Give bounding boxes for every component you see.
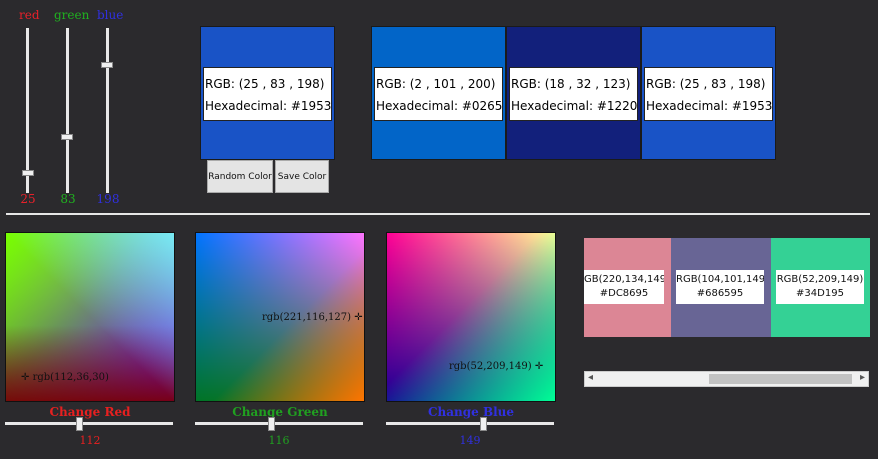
red-slider-thumb[interactable] xyxy=(22,170,34,176)
blue-label: blue xyxy=(97,8,124,22)
palette-rgb-text: RGB(52,209,149) xyxy=(776,274,864,285)
section-divider xyxy=(6,213,870,215)
palette-info: GB(220,134,149) #DC8695 xyxy=(584,270,664,304)
change-blue-value: 149 xyxy=(459,434,481,447)
saved-rgb-text: RGB: (2 , 101 , 200) xyxy=(376,77,496,91)
current-color-swatch: RGB: (25 , 83 , 198) Hexadecimal: #1953C… xyxy=(200,26,335,160)
saved-color-info: RGB: (2 , 101 , 200) Hexadecimal: #0265C… xyxy=(374,67,503,121)
green-slider-track[interactable] xyxy=(66,28,69,193)
palette-rgb-text: GB(220,134,149) xyxy=(584,274,664,285)
green-picker-readout: rgb(221,116,127) ✛ xyxy=(262,312,363,323)
scroll-left-icon[interactable]: ◂ xyxy=(588,372,593,383)
palette-swatch[interactable]: GB(220,134,149) #DC8695 xyxy=(584,238,671,337)
save-color-button[interactable]: Save Color xyxy=(275,160,329,193)
saved-color-swatch[interactable]: RGB: (2 , 101 , 200) Hexadecimal: #0265C… xyxy=(371,26,506,160)
change-blue-slider-track[interactable] xyxy=(386,422,554,425)
crosshair-icon: ✛ xyxy=(21,372,30,383)
change-green-value: 116 xyxy=(268,434,290,447)
blue-value: 198 xyxy=(96,192,120,206)
green-slider-thumb[interactable] xyxy=(61,134,73,140)
saved-color-swatch[interactable]: RGB: (25 , 83 , 198) Hexadecimal: #1953C… xyxy=(641,26,776,160)
crosshair-icon: ✛ xyxy=(534,361,544,372)
random-color-button[interactable]: Random Color xyxy=(207,160,273,193)
current-color-info: RGB: (25 , 83 , 198) Hexadecimal: #1953C… xyxy=(203,67,332,121)
change-red-slider-track[interactable] xyxy=(5,422,173,425)
change-green-slider-thumb[interactable] xyxy=(268,417,275,431)
saved-rgb-text: RGB: (25 , 83 , 198) xyxy=(646,77,766,91)
red-value: 25 xyxy=(20,192,36,206)
green-gradient-picker[interactable]: rgb(221,116,127) ✛ xyxy=(195,232,365,402)
green-picker-readout-text: rgb(221,116,127) xyxy=(262,312,352,323)
palette-rgb-text: RGB(104,101,149) xyxy=(676,274,764,285)
saved-hex-text: Hexadecimal: #0265C8 xyxy=(376,99,503,113)
red-gradient-picker[interactable]: ✛ rgb(112,36,30) xyxy=(5,232,175,402)
palette-scrollbar[interactable]: ◂ ▸ xyxy=(584,371,869,387)
palette-hex-text: #DC8695 xyxy=(599,288,649,299)
palette-swatch[interactable]: RGB(104,101,149) #686595 xyxy=(671,238,771,337)
scroll-right-icon[interactable]: ▸ xyxy=(860,372,865,383)
palette-swatch[interactable]: RGB(52,209,149) #34D195 xyxy=(771,238,870,337)
red-picker-readout-text: rgb(112,36,30) xyxy=(32,372,109,383)
change-green-slider-track[interactable] xyxy=(195,422,363,425)
blue-slider-thumb[interactable] xyxy=(101,62,113,68)
saved-hex-text: Hexadecimal: #12207B xyxy=(511,99,638,113)
palette-info: RGB(52,209,149) #34D195 xyxy=(776,270,864,304)
scrollbar-thumb[interactable] xyxy=(709,374,852,384)
blue-picker-readout: rgb(52,209,149) ✛ xyxy=(449,361,543,372)
change-blue-slider-thumb[interactable] xyxy=(480,417,487,431)
palette-hex-text: #34D195 xyxy=(796,288,844,299)
blue-gradient-picker[interactable]: rgb(52,209,149) ✛ xyxy=(386,232,556,402)
red-label: red xyxy=(19,8,40,22)
change-red-value: 112 xyxy=(79,434,101,447)
green-label: green xyxy=(54,8,90,22)
green-value: 83 xyxy=(60,192,76,206)
current-hex-text: Hexadecimal: #1953C6 xyxy=(205,99,332,113)
saved-color-info: RGB: (18 , 32 , 123) Hexadecimal: #12207… xyxy=(509,67,638,121)
blue-slider-track[interactable] xyxy=(106,28,109,193)
palette-hex-text: #686595 xyxy=(696,288,744,299)
red-picker-readout: ✛ rgb(112,36,30) xyxy=(21,372,109,383)
saved-hex-text: Hexadecimal: #1953C6 xyxy=(646,99,773,113)
blue-picker-readout-text: rgb(52,209,149) xyxy=(449,361,532,372)
crosshair-icon: ✛ xyxy=(354,312,363,323)
change-blue-title: Change Blue xyxy=(427,405,515,419)
change-green-title: Change Green xyxy=(232,405,328,419)
palette-info: RGB(104,101,149) #686595 xyxy=(676,270,764,304)
red-slider-track[interactable] xyxy=(26,28,29,193)
saved-rgb-text: RGB: (18 , 32 , 123) xyxy=(511,77,631,91)
saved-color-swatch[interactable]: RGB: (18 , 32 , 123) Hexadecimal: #12207… xyxy=(506,26,641,160)
current-rgb-text: RGB: (25 , 83 , 198) xyxy=(205,77,325,91)
saved-color-info: RGB: (25 , 83 , 198) Hexadecimal: #1953C… xyxy=(644,67,773,121)
change-red-title: Change Red xyxy=(49,405,131,419)
change-red-slider-thumb[interactable] xyxy=(76,417,83,431)
